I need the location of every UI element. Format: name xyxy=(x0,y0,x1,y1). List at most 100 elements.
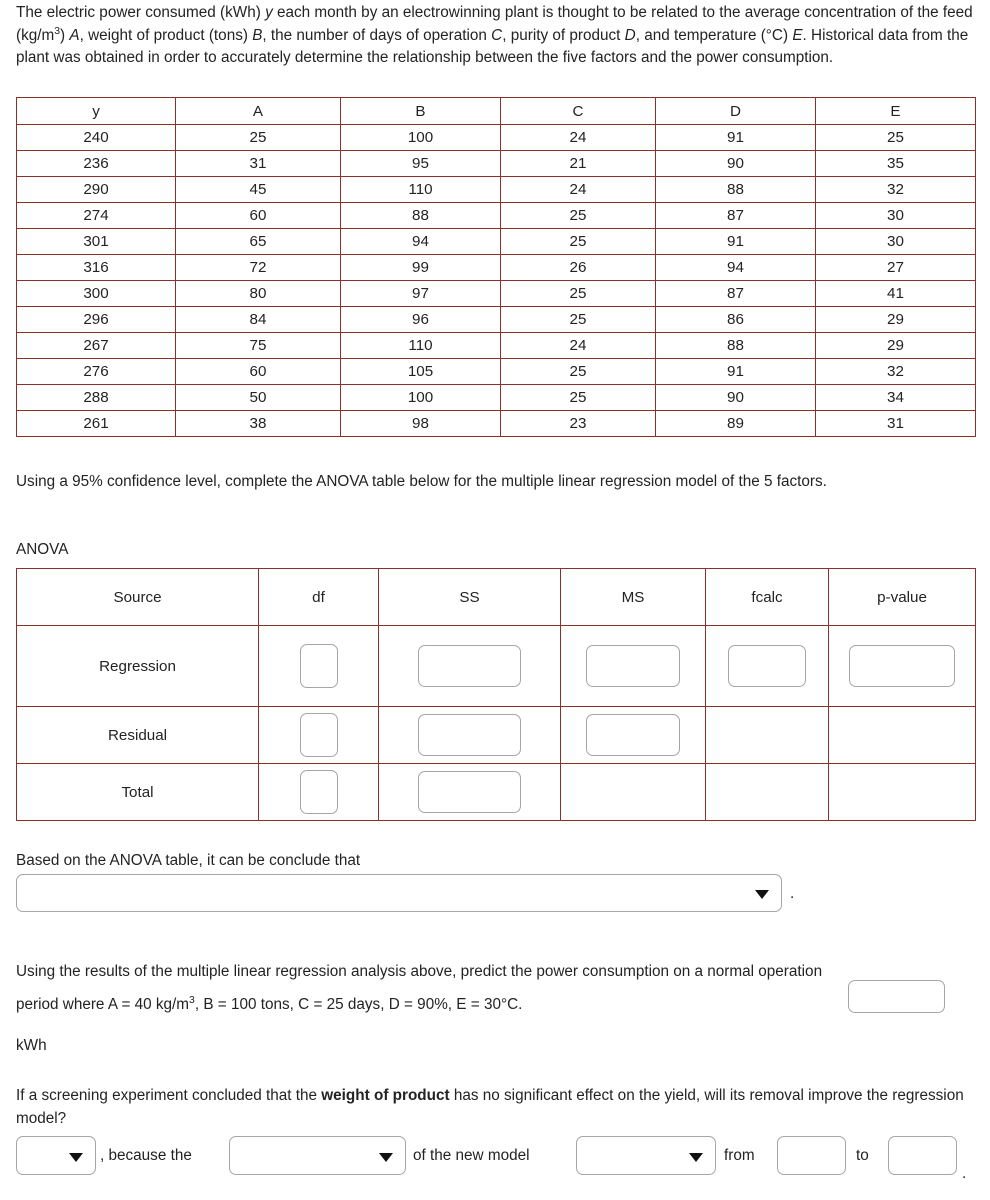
anova-header-row: Source df SS MS fcalc p-value xyxy=(16,568,976,626)
residual-ss-input[interactable] xyxy=(418,714,521,756)
cell-a: 65 xyxy=(175,228,341,255)
cell-d: 90 xyxy=(655,150,816,177)
cell-b: 110 xyxy=(340,176,501,203)
regression-df-input[interactable] xyxy=(299,644,338,688)
residual-ms-input[interactable] xyxy=(586,714,680,756)
var-E: E xyxy=(792,26,803,44)
anova-cell-residual-df xyxy=(258,706,379,764)
anova-cell-total-fcalc xyxy=(705,763,829,821)
cell-y: 300 xyxy=(16,280,176,307)
table-row: 301 65 94 25 91 30 xyxy=(16,228,976,255)
conclusion-dropdown[interactable] xyxy=(16,874,782,912)
cell-y: 274 xyxy=(16,202,176,229)
table-row: 316 72 99 26 94 27 xyxy=(16,254,976,281)
intro-text-d: , weight of product (tons) xyxy=(79,26,253,44)
cell-c: 26 xyxy=(500,254,656,281)
cell-c: 23 xyxy=(500,410,656,437)
screening-text-to: to xyxy=(856,1147,869,1164)
anova-cell-regression-ms xyxy=(560,625,706,707)
regression-pvalue-input[interactable] xyxy=(849,645,955,687)
anova-label-residual: Residual xyxy=(16,706,259,764)
anova-cell-regression-df xyxy=(258,625,379,707)
cell-b: 96 xyxy=(340,306,501,333)
column-header-d: D xyxy=(655,97,816,125)
intro-text-c: ) xyxy=(60,26,70,44)
cell-d: 86 xyxy=(655,306,816,333)
cell-d: 94 xyxy=(655,254,816,281)
intro-text-a: The electric power consumed (kWh) xyxy=(16,4,266,21)
anova-row-regression: Regression xyxy=(16,625,976,707)
cell-d: 89 xyxy=(655,410,816,437)
column-header-b: B xyxy=(340,97,501,125)
total-ss-input[interactable] xyxy=(418,771,521,813)
cell-d: 88 xyxy=(655,332,816,359)
cell-d: 88 xyxy=(655,176,816,203)
anova-header-fcalc: fcalc xyxy=(705,568,829,626)
cell-c: 24 xyxy=(500,124,656,151)
total-df-input[interactable] xyxy=(299,770,338,814)
cell-a: 75 xyxy=(175,332,341,359)
screening-bold-term: weight of product xyxy=(321,1087,450,1104)
cell-y: 267 xyxy=(16,332,176,359)
cell-y: 236 xyxy=(16,150,176,177)
intro-text-g: , and temperature (°C) xyxy=(635,26,793,44)
anova-cell-total-pvalue xyxy=(828,763,976,821)
residual-df-input[interactable] xyxy=(299,713,338,757)
prediction-text-b: , B = 100 tons, C = 25 days, D = 90%, E … xyxy=(194,996,523,1013)
cell-e: 30 xyxy=(815,202,976,229)
table-row: 300 80 97 25 87 41 xyxy=(16,280,976,307)
screening-text-of-new-model: of the new model xyxy=(413,1147,530,1164)
worksheet-page: The electric power consumed (kWh) y each… xyxy=(0,0,990,1200)
cell-y: 316 xyxy=(16,254,176,281)
cell-b: 110 xyxy=(340,332,501,359)
anova-cell-total-df xyxy=(258,763,379,821)
screening-yesno-dropdown[interactable] xyxy=(16,1136,96,1175)
screening-from-input[interactable] xyxy=(777,1136,846,1175)
cell-e: 29 xyxy=(815,332,976,359)
table-row: 274 60 88 25 87 30 xyxy=(16,202,976,229)
cell-a: 84 xyxy=(175,306,341,333)
screening-text-from: from xyxy=(724,1147,755,1164)
intro-text-f: , purity of product xyxy=(502,26,625,44)
prediction-unit-label: kWh xyxy=(16,1037,47,1054)
cell-y: 290 xyxy=(16,176,176,203)
screening-text-because: , because the xyxy=(100,1147,192,1164)
regression-fcalc-input[interactable] xyxy=(728,645,806,687)
prediction-answer-input[interactable] xyxy=(848,980,945,1013)
screening-text-a: If a screening experiment concluded that… xyxy=(16,1087,322,1104)
anova-label-total: Total xyxy=(16,763,259,821)
cell-b: 98 xyxy=(340,410,501,437)
anova-cell-residual-ss xyxy=(378,706,561,764)
cell-y: 276 xyxy=(16,358,176,385)
cell-d: 91 xyxy=(655,228,816,255)
cell-e: 32 xyxy=(815,176,976,203)
cell-c: 25 xyxy=(500,358,656,385)
table-row: 267 75 110 24 88 29 xyxy=(16,332,976,359)
var-D: D xyxy=(624,26,636,44)
screening-metric-dropdown[interactable] xyxy=(229,1136,406,1175)
column-header-a: A xyxy=(175,97,341,125)
cell-b: 88 xyxy=(340,202,501,229)
cell-e: 30 xyxy=(815,228,976,255)
screening-to-input[interactable] xyxy=(888,1136,957,1175)
regression-ms-input[interactable] xyxy=(586,645,680,687)
anova-cell-regression-pvalue xyxy=(828,625,976,707)
anova-label-regression: Regression xyxy=(16,625,259,707)
anova-row-total: Total xyxy=(16,763,976,821)
column-header-e: E xyxy=(815,97,976,125)
column-header-y: y xyxy=(16,97,176,125)
cell-y: 240 xyxy=(16,124,176,151)
anova-cell-total-ss xyxy=(378,763,561,821)
anova-header-ms: MS xyxy=(560,568,706,626)
cell-c: 25 xyxy=(500,306,656,333)
cell-a: 45 xyxy=(175,176,341,203)
observations-table: y A B C D E 240 25 100 24 91 25 236 31 9… xyxy=(16,97,976,437)
anova-cell-regression-ss xyxy=(378,625,561,707)
screening-change-dropdown[interactable] xyxy=(576,1136,716,1175)
cell-e: 34 xyxy=(815,384,976,411)
anova-cell-residual-ms xyxy=(560,706,706,764)
regression-ss-input[interactable] xyxy=(418,645,521,687)
table-row: 296 84 96 25 86 29 xyxy=(16,306,976,333)
cell-c: 25 xyxy=(500,228,656,255)
anova-header-pvalue: p-value xyxy=(828,568,976,626)
